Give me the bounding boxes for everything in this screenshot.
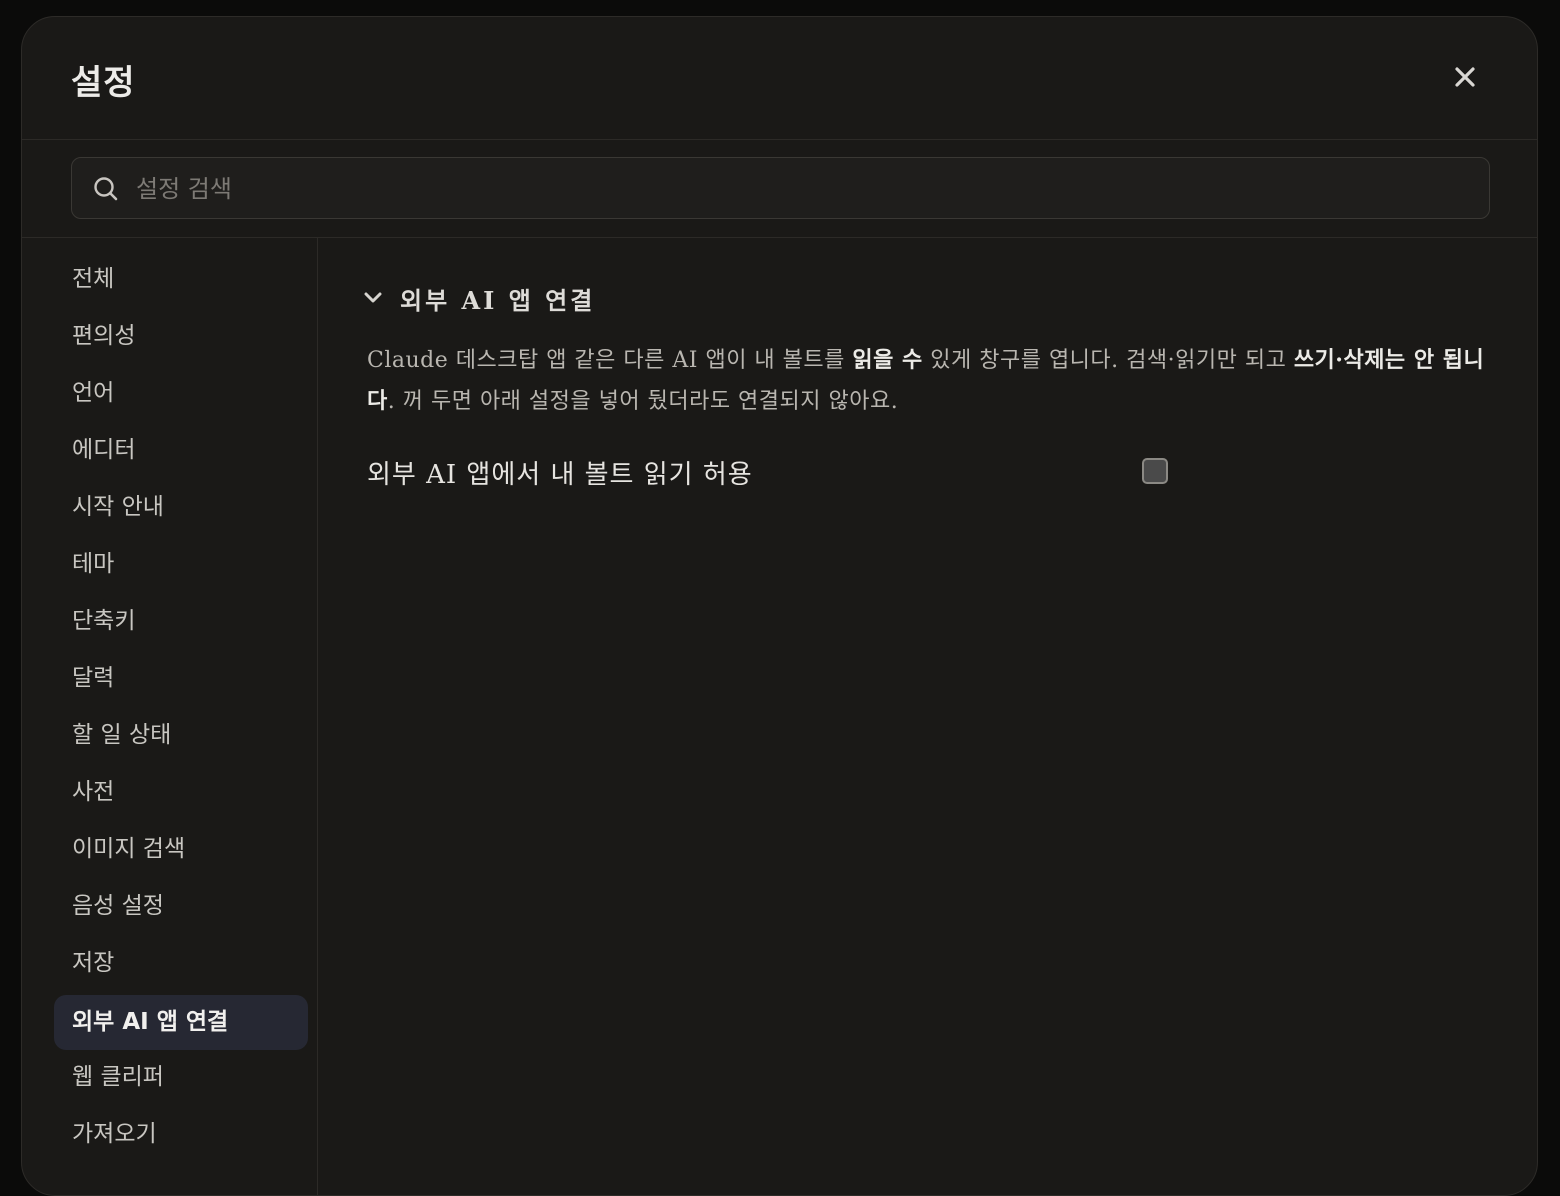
sidebar-item-image-search[interactable]: 이미지 검색 bbox=[54, 822, 308, 877]
description-text-3: . 꺼 두면 아래 설정을 넣어 뒀더라도 연결되지 않아요. bbox=[387, 389, 899, 414]
close-button[interactable] bbox=[1451, 63, 1479, 91]
sidebar-item-dictionary[interactable]: 사전 bbox=[54, 765, 308, 820]
settings-content: 외부 AI 앱 연결 Claude 데스크탑 앱 같은 다른 AI 앱이 내 볼… bbox=[318, 238, 1537, 1195]
section-description: Claude 데스크탑 앱 같은 다른 AI 앱이 내 볼트를 읽을 수 있게 … bbox=[367, 340, 1497, 422]
sidebar-item-calendar[interactable]: 달력 bbox=[54, 651, 308, 706]
settings-modal: 설정 전체 편의성 언어 에디터 시작 안내 테마 단축키 달력 할 일 상태 … bbox=[21, 16, 1538, 1196]
setting-row-allow-read: 외부 AI 앱에서 내 볼트 읽기 허용 bbox=[367, 450, 1177, 498]
search-area bbox=[22, 140, 1537, 238]
sidebar-item-language[interactable]: 언어 bbox=[54, 366, 308, 421]
sidebar-item-all[interactable]: 전체 bbox=[54, 252, 308, 307]
allow-read-checkbox[interactable] bbox=[1142, 458, 1168, 484]
sidebar-item-getting-started[interactable]: 시작 안내 bbox=[54, 480, 308, 535]
modal-header: 설정 bbox=[22, 17, 1537, 140]
description-bold-read: 읽을 수 bbox=[852, 347, 923, 373]
sidebar-item-storage[interactable]: 저장 bbox=[54, 936, 308, 991]
sidebar-item-external-ai[interactable]: 외부 AI 앱 연결 bbox=[54, 995, 308, 1050]
section-header[interactable]: 외부 AI 앱 연결 bbox=[362, 278, 595, 318]
modal-title: 설정 bbox=[71, 63, 136, 103]
description-text-1: Claude 데스크탑 앱 같은 다른 AI 앱이 내 볼트를 bbox=[367, 348, 853, 373]
chevron-down-icon bbox=[364, 292, 382, 303]
sidebar-item-convenience[interactable]: 편의성 bbox=[54, 309, 308, 364]
section-title: 외부 AI 앱 연결 bbox=[400, 285, 596, 315]
sidebar-item-theme[interactable]: 테마 bbox=[54, 537, 308, 592]
description-text-2: 있게 창구를 엽니다. 검색·읽기만 되고 bbox=[922, 348, 1294, 373]
sidebar-item-voice[interactable]: 음성 설정 bbox=[54, 879, 308, 934]
search-box bbox=[71, 157, 1490, 220]
sidebar-item-import[interactable]: 가져오기 bbox=[54, 1107, 308, 1162]
sidebar-item-todo-status[interactable]: 할 일 상태 bbox=[54, 708, 308, 763]
search-input[interactable] bbox=[134, 158, 1468, 220]
sidebar-item-editor[interactable]: 에디터 bbox=[54, 423, 308, 478]
sidebar-item-web-clipper[interactable]: 웹 클리퍼 bbox=[54, 1050, 308, 1105]
sidebar: 전체 편의성 언어 에디터 시작 안내 테마 단축키 달력 할 일 상태 사전 … bbox=[22, 238, 318, 1195]
sidebar-item-shortcuts[interactable]: 단축키 bbox=[54, 594, 308, 649]
search-icon bbox=[94, 177, 118, 201]
setting-label: 외부 AI 앱에서 내 볼트 읽기 허용 bbox=[367, 460, 753, 490]
close-icon bbox=[1455, 67, 1475, 87]
